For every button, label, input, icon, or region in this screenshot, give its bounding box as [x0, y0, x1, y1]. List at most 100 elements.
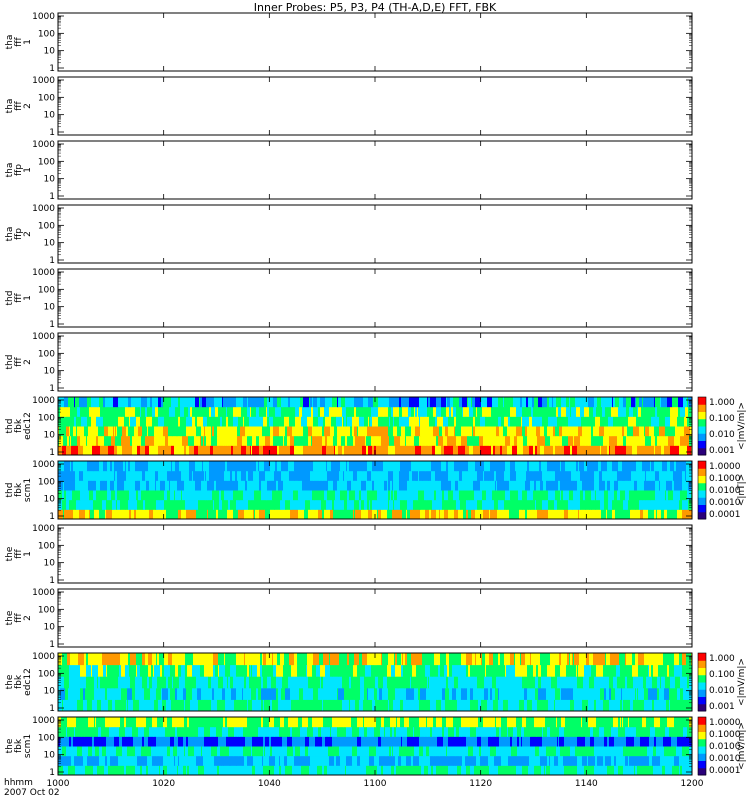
spectrogram-the-fbk-edc12 [58, 653, 692, 711]
panel-thd-fbk-edc12: thd fbk edc121.0000.1000.0100.001<|mV/m|>1… [5, 396, 747, 458]
panel-label-tha-fff-1-2: 1 [23, 39, 33, 45]
y-tick-label: 1000 [32, 524, 55, 534]
x-tick-label: 1000 [47, 779, 70, 789]
y-tick-label: 1000 [32, 332, 55, 342]
y-tick-label: 100 [38, 157, 55, 167]
colorbar-tick: 0.0001 [709, 510, 741, 520]
colorbar-tick: 0.100 [709, 414, 735, 424]
panel-label-the-fbk-scm1-2: scm1 [23, 734, 33, 758]
panel-thd-fbk-scm1: thd fbk scm11.00000.10000.01000.00100.0001… [5, 460, 747, 522]
panel-label-thd-fff-1-2: 1 [23, 295, 33, 301]
x-tick-label: 1200 [681, 779, 704, 789]
y-tick-label: 1 [49, 192, 55, 202]
y-tick-label: 10 [44, 623, 56, 633]
panels-group: tha fff 11000100101tha fff 21000100101tha ffp… [5, 12, 747, 778]
colorbar-tick: 0.010 [709, 430, 735, 440]
y-tick-label: 1000 [32, 204, 55, 214]
panel-label-the-fff-2-2: 2 [23, 615, 33, 621]
panel-the-fbk-edc12: the fbk edc121.0000.1000.0100.001<|mV/m|>1… [5, 652, 747, 714]
y-tick-label: 1000 [32, 268, 55, 278]
panel-label-tha-fff-2-2: 2 [23, 103, 33, 109]
y-tick-label: 1 [49, 768, 55, 778]
colorbar-tick: 1.000 [709, 654, 735, 664]
colorbar-tick: 0.0001 [709, 766, 741, 776]
y-tick-label: 10 [44, 687, 56, 697]
y-tick-label: 1 [49, 704, 55, 714]
colorbar-unit: <|mV/m|> [737, 722, 747, 770]
panel-label-thd-fbk-edc12-2: edc12 [23, 412, 33, 440]
spectrogram-thd-fbk-scm1 [58, 461, 692, 519]
colorbar-tick: 0.0010 [709, 498, 741, 508]
colorbar-tick: 0.0100 [709, 486, 741, 496]
colorbar-tick: 0.1000 [709, 474, 741, 484]
colorbar-tick: 0.100 [709, 670, 735, 680]
y-tick-label: 1 [49, 448, 55, 458]
panel-label-thd-fff-2-2: 2 [23, 359, 33, 365]
y-tick-label: 100 [38, 669, 55, 679]
y-tick-label: 100 [38, 285, 55, 295]
colorbar-tick: 1.0000 [709, 462, 741, 472]
x-tick-label: 1120 [469, 779, 492, 789]
y-tick-label: 1 [49, 320, 55, 330]
colorbar-the-fbk-scm1: 1.0000 0.1000 0.0100 0.0010 0.0001<|mV/m|> [697, 716, 747, 776]
y-tick-label: 1 [49, 576, 55, 586]
y-tick-label: 10 [44, 47, 56, 57]
panel-tha-fff-2: tha fff 21000100101 [5, 76, 693, 138]
y-tick-label: 100 [38, 477, 55, 487]
colorbar-tick: 1.0000 [709, 718, 741, 728]
panel-label-thd-fbk-scm1-2: scm1 [23, 478, 33, 502]
spectrogram-thd-fbk-edc12 [58, 397, 692, 455]
y-tick-label: 100 [38, 93, 55, 103]
y-tick-label: 1000 [32, 12, 55, 22]
y-tick-label: 10 [44, 559, 56, 569]
y-tick-label: 10 [44, 111, 56, 121]
y-tick-label: 1 [49, 128, 55, 138]
colorbar-thd-fbk-scm1: 1.0000 0.1000 0.0100 0.0010 0.0001 <|nT|> [697, 460, 747, 520]
x-tick-label: 1020 [152, 779, 175, 789]
y-tick-label: 100 [38, 221, 55, 231]
colorbar-tick: 0.1000 [709, 730, 741, 740]
x-axis-label: hhmm [4, 778, 33, 788]
y-tick-label: 100 [38, 349, 55, 359]
y-tick-label: 1000 [32, 588, 55, 598]
y-tick-label: 100 [38, 413, 55, 423]
panel-the-fbk-scm1: the fbk scm11.00000.10000.01000.00100.0001… [5, 716, 747, 778]
y-tick-label: 10 [44, 303, 56, 313]
y-tick-label: 10 [44, 431, 56, 441]
chart-figure: Inner Probes: P5, P3, P4 (TH-A,D,E) FFT,… [4, 1, 747, 798]
panel-tha-fff-1: tha fff 11000100101 [5, 12, 693, 74]
x-tick-label: 1140 [575, 779, 598, 789]
panel-thd-fff-1: thd fff 11000100101 [5, 268, 693, 330]
colorbar-tick: 0.001 [709, 702, 735, 712]
colorbar-tick: 1.000 [709, 398, 735, 408]
y-tick-label: 10 [44, 175, 56, 185]
panel-tha-ffp-1: tha ffp 11000100101 [5, 140, 693, 202]
colorbar-tick: 0.0010 [709, 754, 741, 764]
panel-the-fff-2: the fff 21000100101 [5, 588, 693, 650]
y-tick-label: 1 [49, 384, 55, 394]
chart-title: Inner Probes: P5, P3, P4 (TH-A,D,E) FFT,… [254, 1, 497, 14]
panel-label-tha-ffp-1-2: 1 [23, 167, 33, 173]
y-tick-label: 1000 [32, 716, 55, 726]
colorbar-tick: 0.001 [709, 446, 735, 456]
y-tick-label: 10 [44, 751, 56, 761]
x-tick-label: 1040 [258, 779, 281, 789]
panel-label-tha-ffp-2-2: 2 [23, 231, 33, 237]
y-tick-label: 1 [49, 64, 55, 74]
y-tick-label: 1000 [32, 652, 55, 662]
colorbar-tick: 0.0100 [709, 742, 741, 752]
y-tick-label: 10 [44, 495, 56, 505]
y-tick-label: 10 [44, 239, 56, 249]
x-axis: hhmm 2007 Oct 02 1000 1020 1040 1100 1120 114… [4, 778, 704, 798]
panel-label-the-fff-1-2: 1 [23, 551, 33, 557]
colorbar-unit: <|nT|> [737, 474, 747, 506]
y-tick-label: 100 [38, 605, 55, 615]
panel-thd-fff-2: thd fff 21000100101 [5, 332, 693, 394]
panel-label-the-fbk-edc12-2: edc12 [23, 668, 33, 696]
panel-the-fff-1: the fff 11000100101 [5, 524, 693, 586]
y-tick-label: 10 [44, 367, 56, 377]
y-tick-label: 1000 [32, 76, 55, 86]
y-tick-label: 1000 [32, 460, 55, 470]
panel-tha-ffp-2: tha ffp 21000100101 [5, 204, 693, 266]
colorbar-unit: <|mV/m|> [737, 658, 747, 706]
